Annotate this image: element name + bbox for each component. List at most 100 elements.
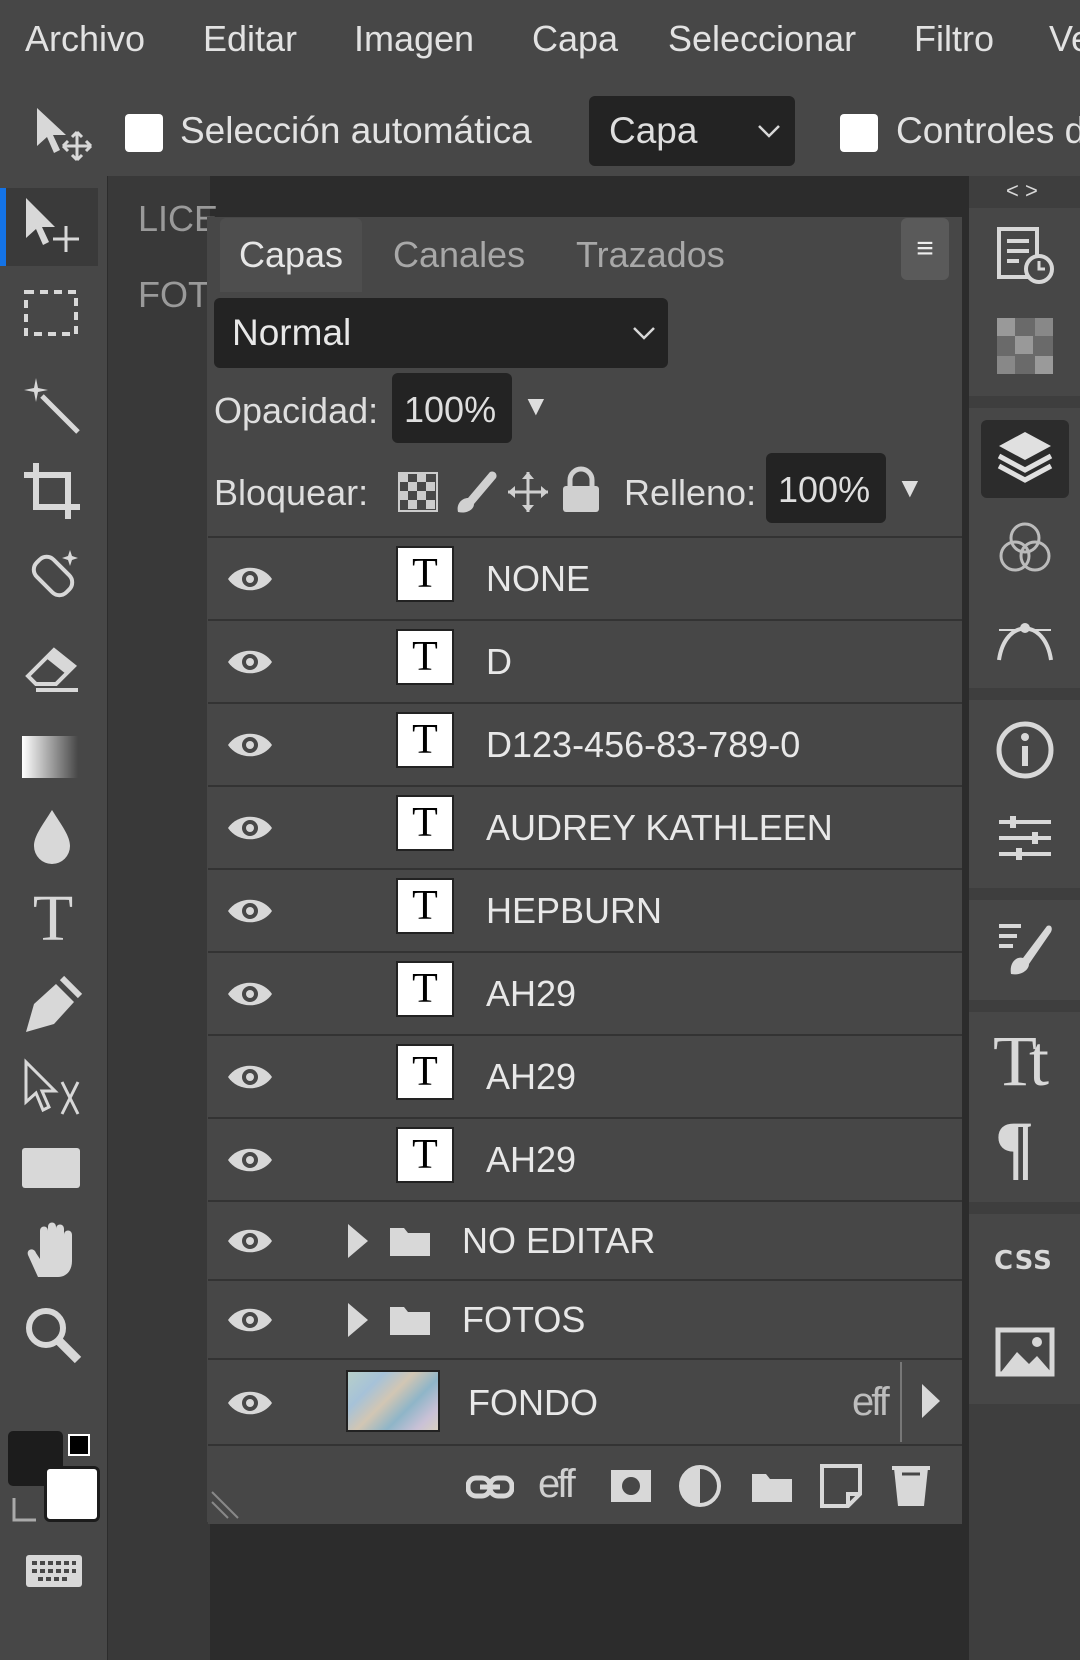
lock-pixels-icon[interactable] [454,468,498,514]
opacity-arrow-icon[interactable]: ▼ [522,390,550,422]
layer-row[interactable]: T HEPBURN [208,868,962,952]
type-tool-icon[interactable]: T [22,886,84,952]
layer-row[interactable]: T AH29 [208,1117,962,1201]
effects-badge[interactable]: eff [852,1380,890,1425]
link-icon[interactable] [466,1470,514,1504]
effects-divider [900,1362,902,1442]
move-tool-icon[interactable] [22,196,84,258]
text-layer-thumbnail: T [396,1044,454,1100]
mask-icon[interactable] [609,1468,653,1504]
group-name: NO EDITAR [462,1220,656,1261]
menu-editar[interactable]: Editar [203,18,297,60]
fill-field[interactable]: 100% [766,453,886,523]
eye-icon[interactable] [226,896,274,926]
tab-canales[interactable]: Canales [393,218,525,292]
magic-wand-tool-icon[interactable] [22,376,84,438]
group-row[interactable]: NO EDITAR [208,1200,962,1280]
resize-grip-icon[interactable] [210,1486,244,1520]
folder-icon[interactable] [750,1470,794,1504]
hand-tool-icon[interactable] [22,1221,84,1283]
layer-row[interactable]: T AUDREY KATHLEEN [208,785,962,869]
layer-row[interactable]: T AH29 [208,951,962,1035]
crop-tool-icon[interactable] [22,461,84,523]
blend-mode-dropdown[interactable]: Normal [214,298,668,368]
menu-capa[interactable]: Capa [532,18,618,60]
blur-tool-icon[interactable] [22,806,84,868]
text-layer-thumbnail: T [396,795,454,851]
channels-icon[interactable] [995,518,1055,578]
character-icon[interactable]: Tt [993,1025,1063,1097]
eraser-tool-icon[interactable] [22,636,84,698]
tab-trazados[interactable]: Trazados [576,218,725,292]
layer-row[interactable]: T NONE [208,536,962,620]
group-row[interactable]: FOTOS [208,1279,962,1359]
eye-icon[interactable] [226,1062,274,1092]
paths-icon[interactable] [995,608,1055,668]
eye-icon[interactable] [226,564,274,594]
marquee-tool-icon[interactable] [22,286,84,348]
trash-icon[interactable] [890,1462,932,1508]
document-tab-photo[interactable]: FOT [138,274,210,316]
menu-filtro[interactable]: Filtro [914,18,994,60]
effects-icon[interactable]: eff [538,1462,576,1507]
tab-capas[interactable]: Capas [220,218,362,292]
layer-row[interactable]: T D [208,619,962,703]
adjustment-icon[interactable] [678,1464,722,1508]
chevron-down-icon [633,327,655,340]
layer-row-background[interactable]: FONDO eff [208,1358,962,1444]
history-icon[interactable] [995,225,1055,285]
menu-imagen[interactable]: Imagen [354,18,474,60]
eye-icon[interactable] [226,647,274,677]
keyboard-icon[interactable] [24,1551,84,1591]
target-dropdown[interactable]: Capa [589,96,795,166]
eye-icon[interactable] [226,813,274,843]
menu-archivo[interactable]: Archivo [25,18,145,60]
layer-row[interactable]: T D123-456-83-789-0 [208,702,962,786]
expand-arrow-icon[interactable] [346,1222,370,1260]
background-color-swatch[interactable] [44,1466,100,1522]
expand-effects-icon[interactable] [920,1382,942,1420]
rectangle-tool-icon[interactable] [22,1148,80,1188]
opacity-field[interactable]: 100% [392,373,512,443]
default-colors-icon[interactable] [68,1434,90,1456]
fill-value: 100% [778,469,871,510]
new-layer-icon[interactable] [820,1464,862,1508]
folder-icon [390,1228,430,1256]
lock-transparency-icon[interactable] [398,472,438,512]
eye-icon[interactable] [226,979,274,1009]
eye-icon[interactable] [226,1226,274,1256]
image-icon[interactable] [995,1322,1055,1382]
eye-icon[interactable] [226,1305,274,1335]
fill-arrow-icon[interactable]: ▼ [896,472,924,504]
healing-brush-tool-icon[interactable] [22,548,84,610]
eye-icon[interactable] [226,1388,274,1418]
text-layer-thumbnail: T [396,878,454,934]
menu-ver[interactable]: Ve [1049,18,1080,60]
folder-icon [390,1307,430,1335]
tools-panel: T [0,176,107,1660]
swatches-icon[interactable] [995,316,1055,376]
lock-all-icon[interactable] [560,466,602,514]
layers-icon[interactable] [995,428,1055,488]
auto-select-checkbox[interactable] [125,114,163,152]
auto-select-label: Selección automática [180,110,532,151]
eye-icon[interactable] [226,730,274,760]
eye-icon[interactable] [226,1145,274,1175]
css-icon[interactable]: CSS [994,1246,1058,1286]
menu-seleccionar[interactable]: Seleccionar [668,18,856,60]
layer-row[interactable]: T AH29 [208,1034,962,1118]
expand-arrow-icon[interactable] [346,1301,370,1339]
transform-controls-checkbox[interactable] [840,114,878,152]
path-selection-tool-icon[interactable] [22,1058,84,1120]
panel-menu-button[interactable]: ≡ [901,218,949,280]
info-icon[interactable] [995,720,1055,780]
zoom-tool-icon[interactable] [22,1304,84,1366]
gradient-tool-icon[interactable] [22,736,78,778]
panel-collapse-toggle[interactable]: < > [1006,178,1038,204]
paragraph-icon[interactable]: ¶ [995,1111,1055,1183]
swap-colors-icon[interactable] [10,1494,42,1526]
pen-tool-icon[interactable] [22,974,84,1036]
lock-position-icon[interactable] [504,470,552,514]
brush-settings-icon[interactable] [995,918,1055,978]
properties-icon[interactable] [995,808,1055,868]
